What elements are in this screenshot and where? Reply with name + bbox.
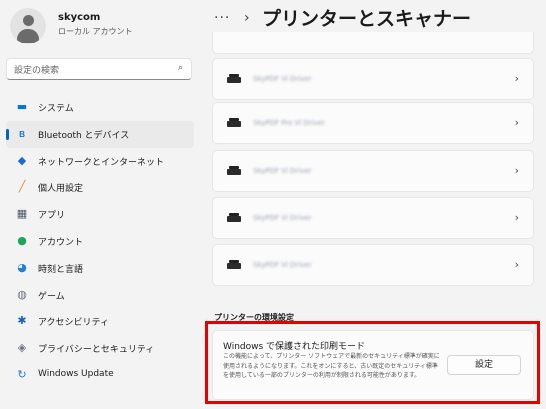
printer-icon — [227, 118, 241, 127]
sidebar-item-10[interactable]: ↻ Windows Update — [6, 362, 194, 389]
sidebar-item-4[interactable]: ▦ アプリ — [6, 201, 194, 228]
sidebar-item-label: ネットワークとインターネット — [38, 157, 165, 168]
chevron-right-icon: › — [514, 164, 519, 177]
apps-icon: ▦ — [16, 207, 28, 221]
sidebar-item-label: Windows Update — [38, 368, 114, 379]
highlight-box — [205, 321, 540, 404]
user-name: skycom — [58, 12, 101, 23]
sidebar-item-label: アカウント — [38, 237, 84, 248]
printer-icon — [227, 260, 241, 269]
sidebar-item-label: プライバシーとセキュリティ — [38, 345, 155, 356]
sidebar: skycom ローカル アカウント 設定の検索 ⌕ ▬ システム ʙ Bluetoot… — [0, 0, 200, 409]
chevron-right-icon: › — [514, 72, 519, 85]
sidebar-item-label: ゲーム — [38, 291, 65, 302]
sidebar-item-9[interactable]: ◈ プライバシーとセキュリティ — [6, 335, 194, 362]
sidebar-item-7[interactable]: ◍ ゲーム — [6, 282, 194, 309]
printer-icon — [227, 74, 241, 83]
sidebar-item-label: システム — [38, 104, 74, 114]
sidebar-item-5[interactable]: ● アカウント — [6, 228, 194, 255]
printer-card[interactable]: SkyPDF Vi Driver › — [212, 197, 534, 239]
shield-icon: ◈ — [17, 341, 27, 355]
globe-clock-icon: ◕ — [17, 260, 27, 274]
user-profile[interactable]: skycom ローカル アカウント — [6, 6, 196, 46]
page-title: プリンターとスキャナー — [262, 8, 472, 30]
printer-name: SkyPDF Pro Vi Driver — [253, 119, 325, 127]
printer-card[interactable]: SkyPDF Pro Vi Driver › — [212, 102, 534, 144]
sidebar-item-3[interactable]: ╱ 個人用設定 — [6, 174, 194, 201]
printer-name: SkyPDF Vi Driver — [253, 75, 312, 83]
sidebar-item-8[interactable]: ✱ アクセシビリティ — [6, 308, 194, 335]
person-icon: ● — [17, 233, 27, 247]
chevron-right-icon: › — [514, 116, 519, 129]
printer-card-partial[interactable] — [212, 32, 534, 54]
sidebar-item-label: 個人用設定 — [38, 184, 84, 195]
monitor-icon: ▬ — [16, 100, 28, 113]
sidebar-item-2[interactable]: ◆ ネットワークとインターネット — [6, 148, 194, 175]
sidebar-item-1[interactable]: ʙ Bluetooth とデバイス — [6, 120, 194, 148]
sidebar-item-label: アクセシビリティ — [38, 318, 110, 329]
search-input[interactable]: 設定の検索 ⌕ — [6, 58, 192, 80]
sidebar-item-0[interactable]: ▬ システム — [6, 94, 194, 121]
sidebar-nav: ▬ システム ʙ Bluetooth とデバイス ◆ ネットワークとインターネット ╱ 個人用… — [6, 94, 194, 389]
user-account-type: ローカル アカウント — [58, 27, 133, 36]
breadcrumb-overflow-button[interactable]: ··· — [214, 10, 230, 26]
wifi-icon: ◆ — [17, 153, 27, 167]
printer-name: SkyPDF Vi Driver — [253, 214, 312, 222]
printer-card[interactable]: SkyPDF Vi Driver › — [212, 150, 534, 192]
chevron-right-icon: › — [514, 211, 519, 224]
search-placeholder: 設定の検索 — [14, 66, 60, 76]
printer-name: SkyPDF Vi Driver — [253, 167, 312, 175]
sidebar-item-label: Bluetooth とデバイス — [38, 130, 130, 141]
sidebar-item-6[interactable]: ◕ 時刻と言語 — [6, 255, 194, 282]
printer-icon — [227, 166, 241, 175]
active-indicator — [6, 128, 9, 140]
update-icon: ↻ — [17, 367, 27, 381]
search-icon: ⌕ — [177, 63, 183, 73]
printer-icon — [227, 213, 241, 222]
printer-name: SkyPDF Vi Driver — [253, 261, 312, 269]
game-controller-icon: ◍ — [17, 287, 27, 301]
printer-card[interactable]: SkyPDF Vi Driver › — [212, 244, 534, 286]
avatar — [10, 8, 46, 44]
breadcrumb-separator-icon: › — [244, 10, 250, 26]
bluetooth-icon: ʙ — [18, 126, 26, 140]
paintbrush-icon: ╱ — [18, 180, 26, 194]
chevron-right-icon: › — [514, 258, 519, 271]
accessibility-icon: ✱ — [17, 314, 27, 328]
sidebar-item-label: 時刻と言語 — [38, 264, 84, 275]
printer-card[interactable]: SkyPDF Vi Driver › — [212, 58, 534, 100]
sidebar-item-label: アプリ — [38, 211, 66, 222]
